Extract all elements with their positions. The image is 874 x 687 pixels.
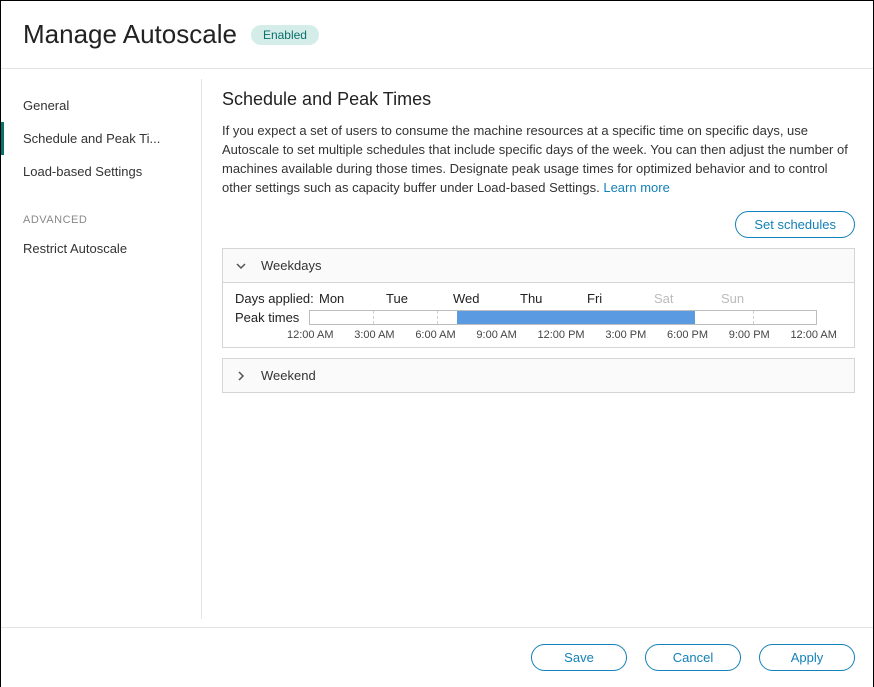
panel-weekdays-label: Weekdays bbox=[261, 258, 321, 273]
footer: Save Cancel Apply bbox=[1, 627, 873, 687]
sidebar-item-restrict-autoscale[interactable]: Restrict Autoscale bbox=[1, 232, 201, 265]
day-fri: Fri bbox=[587, 291, 654, 306]
tick-label: 6:00 PM bbox=[667, 329, 708, 341]
set-schedules-button[interactable]: Set schedules bbox=[735, 211, 855, 238]
learn-more-link[interactable]: Learn more bbox=[603, 180, 669, 195]
sidebar-item-load-based[interactable]: Load-based Settings bbox=[1, 155, 201, 188]
content-description: If you expect a set of users to consume … bbox=[222, 122, 855, 197]
panel-weekdays-header[interactable]: Weekdays bbox=[223, 249, 854, 282]
day-sun: Sun bbox=[721, 291, 788, 306]
panel-weekend-header[interactable]: Weekend bbox=[223, 359, 854, 392]
tick-label: 12:00 AM bbox=[790, 329, 836, 341]
sidebar-section-advanced: ADVANCED bbox=[1, 202, 201, 232]
content-area: Schedule and Peak Times If you expect a … bbox=[202, 69, 873, 629]
panel-weekend-label: Weekend bbox=[261, 368, 316, 383]
sidebar: General Schedule and Peak Ti... Load-bas… bbox=[1, 69, 201, 629]
tick-label: 3:00 PM bbox=[605, 329, 646, 341]
tick-label: 3:00 AM bbox=[354, 329, 394, 341]
tick-label: 12:00 AM bbox=[287, 329, 333, 341]
day-thu: Thu bbox=[520, 291, 587, 306]
description-text: If you expect a set of users to consume … bbox=[222, 123, 848, 195]
day-mon: Mon bbox=[319, 291, 386, 306]
panel-weekend: Weekend bbox=[222, 358, 855, 393]
peak-block[interactable] bbox=[457, 311, 695, 324]
tick-label: 9:00 PM bbox=[729, 329, 770, 341]
page-header: Manage Autoscale Enabled bbox=[1, 1, 873, 69]
panel-weekdays-body: Days applied: Mon Tue Wed Thu Fri Sat Su… bbox=[223, 282, 854, 347]
save-button[interactable]: Save bbox=[531, 644, 627, 671]
content-title: Schedule and Peak Times bbox=[222, 89, 855, 110]
time-tick-labels: 12:00 AM 3:00 AM 6:00 AM 9:00 AM 12:00 P… bbox=[287, 329, 837, 341]
tick-label: 12:00 PM bbox=[538, 329, 585, 341]
tick-label: 6:00 AM bbox=[415, 329, 455, 341]
tick-label: 9:00 AM bbox=[476, 329, 516, 341]
days-list: Mon Tue Wed Thu Fri Sat Sun bbox=[319, 291, 842, 306]
sidebar-item-general[interactable]: General bbox=[1, 89, 201, 122]
enabled-badge: Enabled bbox=[251, 25, 319, 45]
chevron-right-icon bbox=[235, 370, 247, 382]
cancel-button[interactable]: Cancel bbox=[645, 644, 741, 671]
sidebar-item-schedule-peak[interactable]: Schedule and Peak Ti... bbox=[1, 122, 201, 155]
day-wed: Wed bbox=[453, 291, 520, 306]
peak-timeline[interactable] bbox=[309, 310, 817, 325]
apply-button[interactable]: Apply bbox=[759, 644, 855, 671]
panel-weekdays: Weekdays Days applied: Mon Tue Wed Thu F… bbox=[222, 248, 855, 348]
peak-times-label: Peak times bbox=[235, 310, 309, 325]
day-tue: Tue bbox=[386, 291, 453, 306]
days-applied-label: Days applied: bbox=[235, 291, 319, 306]
chevron-down-icon bbox=[235, 260, 247, 272]
page-title: Manage Autoscale bbox=[23, 19, 237, 50]
day-sat: Sat bbox=[654, 291, 721, 306]
